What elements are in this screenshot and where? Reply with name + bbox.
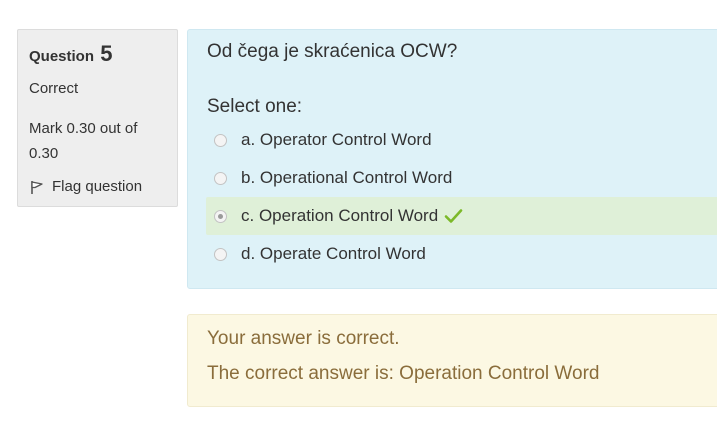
question-number: Question 5 bbox=[29, 41, 112, 67]
answer-option-a[interactable]: a. Operator Control Word bbox=[206, 121, 717, 159]
question-number-value: 5 bbox=[100, 41, 113, 66]
answer-prompt: Select one: bbox=[207, 96, 303, 117]
right-answer-text: The correct answer is: Operation Control… bbox=[207, 363, 600, 384]
answer-option-b[interactable]: b. Operational Control Word bbox=[206, 159, 717, 197]
flag-question-label: Flag question bbox=[52, 178, 143, 195]
question-formulation: Od čega je skraćenica OCW? Select one: a… bbox=[187, 29, 717, 289]
flag-icon bbox=[29, 179, 45, 195]
question-outcome: Your answer is correct. The correct answ… bbox=[187, 314, 717, 407]
feedback-text: Your answer is correct. bbox=[207, 328, 400, 349]
answer-label-c: c. Operation Control Word bbox=[241, 206, 439, 225]
answer-radio-b[interactable] bbox=[214, 171, 227, 185]
answer-label-d: d. Operate Control Word bbox=[241, 244, 426, 263]
question-state: Correct bbox=[29, 80, 79, 97]
answer-radio-c[interactable] bbox=[214, 209, 227, 223]
answer-list: a. Operator Control Word b. Operational … bbox=[206, 121, 717, 273]
answer-radio-a[interactable] bbox=[214, 133, 227, 147]
question-info-panel: Question 5 Correct Mark 0.30 out of 0.30… bbox=[17, 29, 178, 207]
flag-question-button[interactable]: Flag question bbox=[29, 178, 142, 195]
answer-label-a: a. Operator Control Word bbox=[241, 130, 432, 149]
question-label: Question bbox=[29, 48, 95, 65]
question-text: Od čega je skraćenica OCW? bbox=[207, 41, 458, 62]
answer-option-d[interactable]: d. Operate Control Word bbox=[206, 235, 717, 273]
answer-label-b: b. Operational Control Word bbox=[241, 168, 453, 187]
check-icon bbox=[443, 206, 463, 226]
answer-option-c[interactable]: c. Operation Control Word bbox=[206, 197, 717, 235]
answer-radio-d[interactable] bbox=[214, 247, 227, 261]
question-grade: Mark 0.30 out of 0.30 bbox=[29, 120, 138, 162]
